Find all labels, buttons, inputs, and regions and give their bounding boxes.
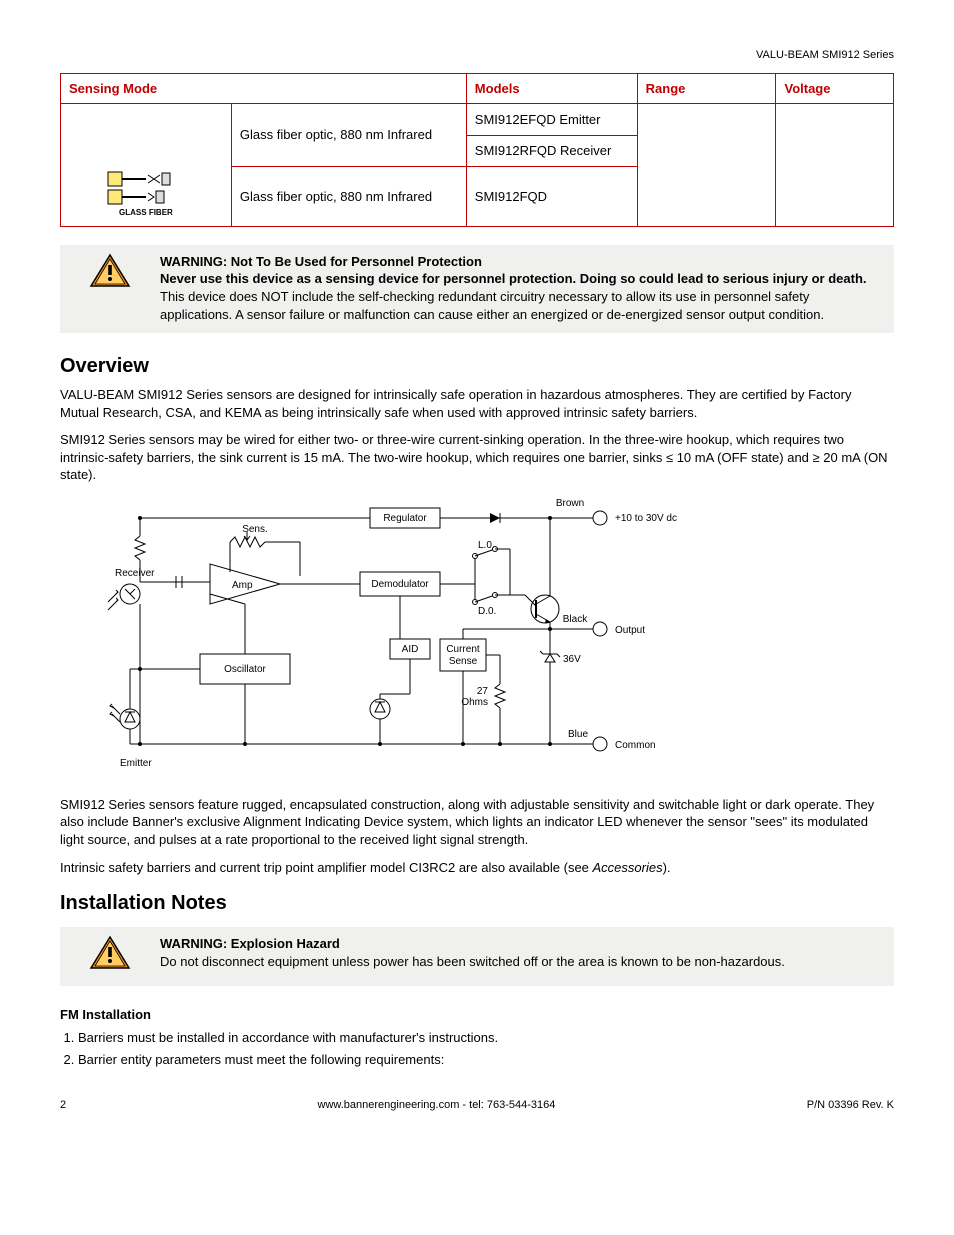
overview-p3: SMI912 Series sensors feature rugged, en… [60, 796, 894, 849]
lbl-do: D.0. [478, 606, 496, 617]
fm-list: Barriers must be installed in accordance… [78, 1029, 894, 1068]
fm-item2: Barrier entity parameters must meet the … [78, 1051, 894, 1069]
overview-heading: Overview [60, 353, 894, 380]
lbl-lo: L.0. [478, 540, 495, 551]
footer-center: www.bannerengineering.com - tel: 763-544… [318, 1098, 556, 1113]
lbl-sens: Sens. [242, 524, 268, 535]
glass-fiber-icon: GLASS FIBER [106, 170, 186, 219]
warning2-body: Do not disconnect equipment unless power… [160, 954, 785, 969]
lbl-cs1: Current [446, 644, 480, 655]
row1-model-a: SMI912EFQD Emitter [466, 104, 637, 135]
lbl-common: Common [615, 740, 656, 751]
lbl-black: Black [563, 614, 588, 625]
th-voltage: Voltage [776, 73, 894, 104]
lbl-output: Output [615, 625, 645, 636]
block-diagram: Regulator Brown +10 to 30V dc Sens. Rece… [80, 494, 894, 784]
lbl-aid: AID [402, 644, 419, 655]
row2-model: SMI912FQD [466, 166, 637, 226]
page-footer: 2 www.bannerengineering.com - tel: 763-5… [60, 1098, 894, 1113]
lbl-emitter: Emitter [120, 758, 152, 769]
lbl-27a: 27 [477, 686, 489, 697]
footer-right: P/N 03396 Rev. K [807, 1098, 894, 1113]
overview-p1: VALU-BEAM SMI912 Series sensors are desi… [60, 386, 894, 421]
page-header-product: VALU-BEAM SMI912 Series [60, 48, 894, 63]
lbl-demod: Demodulator [371, 579, 429, 590]
product-table: Sensing Mode Models Range Voltage GLASS … [60, 73, 894, 227]
warning1-lead: Never use this device as a sensing devic… [160, 271, 867, 286]
lbl-osc: Oscillator [224, 664, 266, 675]
lbl-27b: Ohms [461, 697, 488, 708]
row-voltage [776, 104, 894, 227]
row-range [637, 104, 776, 227]
lbl-amp: Amp [232, 580, 253, 591]
p4em: Accessories [593, 860, 663, 875]
th-models: Models [466, 73, 637, 104]
lbl-36v: 36V [563, 654, 581, 665]
warning1-rest: This device does NOT include the self-ch… [160, 289, 824, 322]
lbl-receiver: Receiver [115, 568, 155, 579]
overview-p4: Intrinsic safety barriers and current tr… [60, 859, 894, 877]
lbl-blue: Blue [568, 729, 588, 740]
warning2-title: WARNING: Explosion Hazard [160, 935, 884, 953]
p4a: Intrinsic safety barriers and current tr… [60, 860, 593, 875]
warning-personnel: WARNING: Not To Be Used for Personnel Pr… [60, 245, 894, 333]
warning-explosion: WARNING: Explosion Hazard Do not disconn… [60, 927, 894, 986]
fm-item1: Barriers must be installed in accordance… [78, 1029, 894, 1047]
fm-heading: FM Installation [60, 1006, 894, 1024]
th-sensing: Sensing Mode [61, 73, 467, 104]
p4b: ). [663, 860, 671, 875]
th-range: Range [637, 73, 776, 104]
lbl-regulator: Regulator [383, 513, 427, 524]
footer-page: 2 [60, 1098, 66, 1113]
glass-fiber-label: GLASS FIBER [106, 208, 186, 219]
warning-icon [89, 253, 131, 289]
row2-desc: Glass fiber optic, 880 nm Infrared [231, 166, 466, 226]
overview-p2: SMI912 Series sensors may be wired for e… [60, 431, 894, 484]
lbl-supply: +10 to 30V dc [615, 513, 677, 524]
lbl-cs2: Sense [449, 656, 478, 667]
warning-icon [89, 935, 131, 971]
row1-desc: Glass fiber optic, 880 nm Infrared [231, 104, 466, 167]
install-heading: Installation Notes [60, 890, 894, 917]
row1-model-b: SMI912RFQD Receiver [466, 135, 637, 166]
lbl-brown: Brown [556, 498, 584, 509]
warning1-title: WARNING: Not To Be Used for Personnel Pr… [160, 253, 884, 271]
